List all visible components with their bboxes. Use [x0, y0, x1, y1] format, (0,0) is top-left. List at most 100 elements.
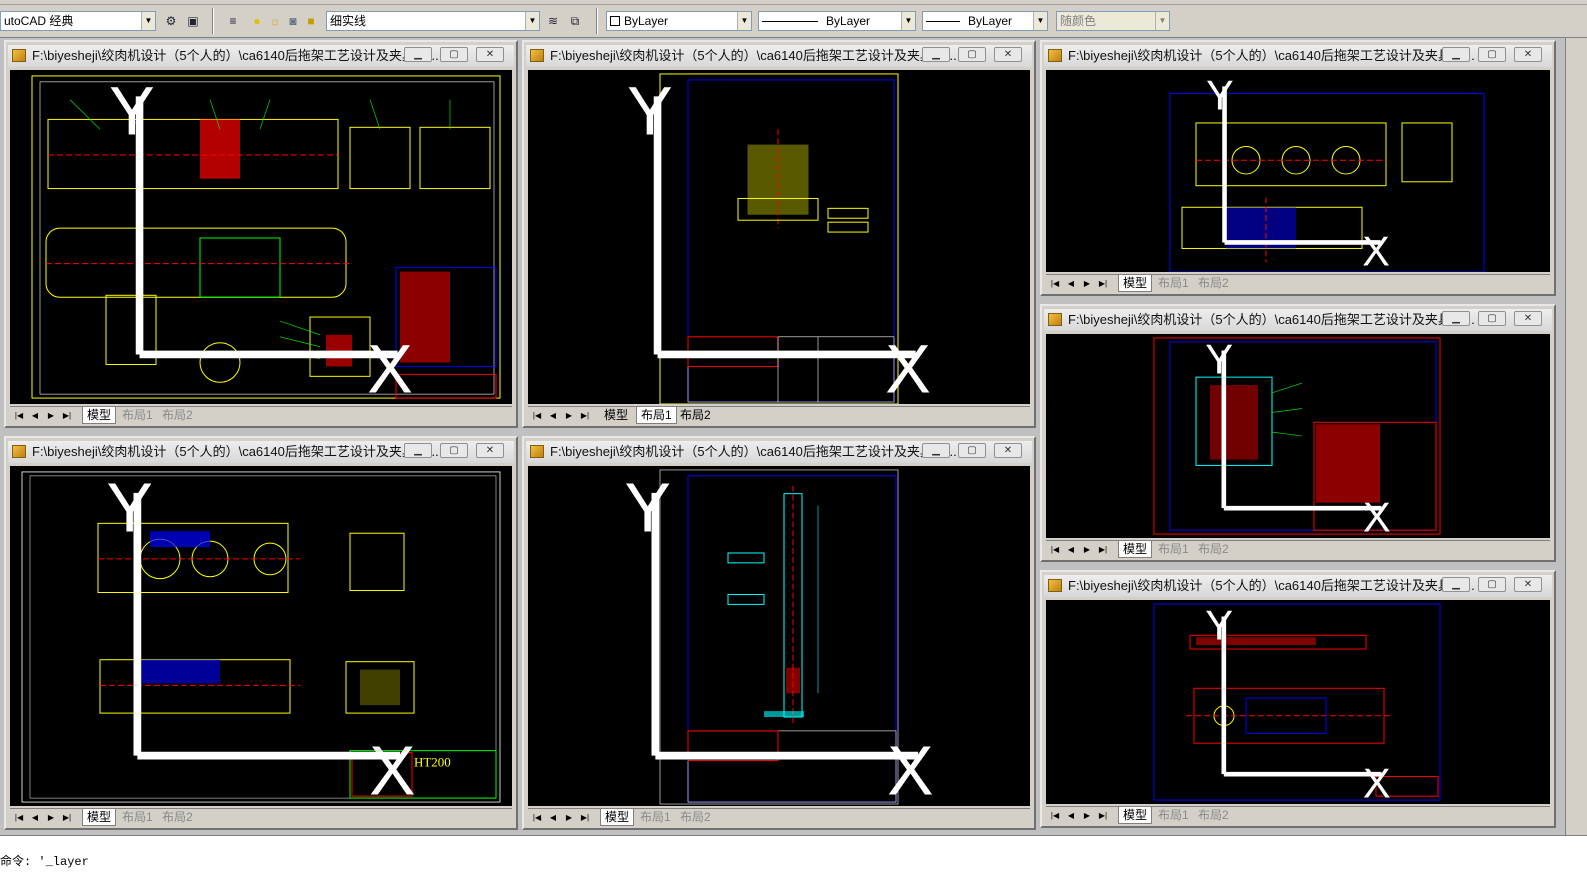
close-button[interactable]: ✕ — [1514, 577, 1542, 592]
next-tab-icon[interactable]: ▶ — [1080, 277, 1094, 290]
drawing-canvas[interactable]: Y X — [528, 466, 1030, 806]
chevron-down-icon[interactable]: ▼ — [525, 12, 539, 30]
layer-on-bulb-icon[interactable]: ● — [248, 12, 266, 30]
drawing-canvas[interactable]: HT200 Y X — [10, 466, 512, 806]
minimize-button[interactable]: ▁ — [404, 47, 432, 62]
tab-model[interactable]: 模型 — [82, 407, 117, 424]
tab-layout2[interactable]: 布局2 — [676, 407, 715, 424]
next-tab-icon[interactable]: ▶ — [44, 409, 58, 422]
tab-layout1[interactable]: 布局1 — [1154, 541, 1193, 558]
maximize-button[interactable]: ▢ — [1478, 311, 1506, 326]
tab-layout2[interactable]: 布局2 — [676, 809, 715, 826]
last-tab-icon[interactable]: ▶| — [1096, 277, 1110, 290]
tab-model[interactable]: 模型 — [1118, 807, 1153, 824]
close-button[interactable]: ✕ — [994, 443, 1022, 458]
chevron-down-icon[interactable]: ▼ — [901, 12, 915, 30]
drawing-canvas[interactable]: Y X — [1046, 334, 1550, 538]
drawing-window-4[interactable]: F:\biyesheji\绞肉机设计（5个人的）\ca6140后拖架工艺设计及夹… — [522, 436, 1036, 830]
close-button[interactable]: ✕ — [1514, 311, 1542, 326]
tab-layout2[interactable]: 布局2 — [1194, 807, 1233, 824]
plotstyle-combo[interactable]: 随颜色 ▼ — [1056, 11, 1170, 31]
drawing-canvas[interactable]: Y X — [528, 70, 1030, 404]
close-button[interactable]: ✕ — [994, 47, 1022, 62]
drawing-canvas[interactable]: Y X — [10, 70, 512, 404]
chevron-down-icon[interactable]: ▼ — [141, 12, 155, 30]
tab-layout2[interactable]: 布局2 — [158, 407, 197, 424]
next-tab-icon[interactable]: ▶ — [44, 811, 58, 824]
linetype-combo[interactable]: ByLayer ▼ — [758, 11, 916, 31]
tab-model[interactable]: 模型 — [1118, 541, 1153, 558]
drawing-window-2[interactable]: F:\biyesheji\绞肉机设计（5个人的）\ca6140后拖架工艺设计及夹… — [522, 40, 1036, 428]
drawing-window-3[interactable]: F:\biyesheji\绞肉机设计（5个人的）\ca6140后拖架工艺设计及夹… — [4, 436, 518, 830]
maximize-button[interactable]: ▢ — [958, 47, 986, 62]
tab-layout2[interactable]: 布局2 — [158, 809, 197, 826]
layer-manager-icon[interactable]: ≡ — [224, 12, 242, 30]
tab-model[interactable]: 模型 — [600, 407, 632, 424]
prev-tab-icon[interactable]: ◀ — [546, 811, 560, 824]
prev-tab-icon[interactable]: ◀ — [546, 409, 560, 422]
first-tab-icon[interactable]: |◀ — [530, 811, 544, 824]
chevron-down-icon[interactable]: ▼ — [1155, 12, 1169, 30]
tab-layout1[interactable]: 布局1 — [636, 809, 675, 826]
drawing-canvas[interactable]: Y X — [1046, 600, 1550, 804]
workspace-combo[interactable]: utoCAD 经典 ▼ — [0, 11, 156, 31]
prev-tab-icon[interactable]: ◀ — [1064, 543, 1078, 556]
first-tab-icon[interactable]: |◀ — [1048, 277, 1062, 290]
next-tab-icon[interactable]: ▶ — [562, 811, 576, 824]
tab-layout2[interactable]: 布局2 — [1194, 541, 1233, 558]
workspace-settings-icon[interactable]: ⚙ — [162, 12, 180, 30]
last-tab-icon[interactable]: ▶| — [578, 409, 592, 422]
last-tab-icon[interactable]: ▶| — [60, 409, 74, 422]
prev-tab-icon[interactable]: ◀ — [1064, 809, 1078, 822]
drawing-window-7[interactable]: F:\biyesheji\绞肉机设计（5个人的）\ca6140后拖架工艺设计及夹… — [1040, 570, 1556, 828]
minimize-button[interactable]: ▁ — [404, 443, 432, 458]
next-tab-icon[interactable]: ▶ — [1080, 543, 1094, 556]
last-tab-icon[interactable]: ▶| — [578, 811, 592, 824]
drawing-window-5[interactable]: F:\biyesheji\绞肉机设计（5个人的）\ca6140后拖架工艺设计及夹… — [1040, 40, 1556, 296]
prev-tab-icon[interactable]: ◀ — [1064, 277, 1078, 290]
drawing-window-6[interactable]: F:\biyesheji\绞肉机设计（5个人的）\ca6140后拖架工艺设计及夹… — [1040, 304, 1556, 562]
tab-layout1[interactable]: 布局1 — [1154, 807, 1193, 824]
minimize-button[interactable]: ▁ — [1442, 577, 1470, 592]
tab-layout1[interactable]: 布局1 — [118, 407, 157, 424]
tab-layout1[interactable]: 布局1 — [1154, 275, 1193, 292]
layer-plot-icon[interactable]: ■ — [302, 12, 320, 30]
make-current-layer-icon[interactable]: ≋ — [544, 12, 562, 30]
minimize-button[interactable]: ▁ — [1442, 47, 1470, 62]
last-tab-icon[interactable]: ▶| — [1096, 543, 1110, 556]
command-window[interactable]: 命令: '_layer — [0, 835, 1587, 879]
next-tab-icon[interactable]: ▶ — [1080, 809, 1094, 822]
first-tab-icon[interactable]: |◀ — [530, 409, 544, 422]
drawing-window-1[interactable]: F:\biyesheji\绞肉机设计（5个人的）\ca6140后拖架工艺设计及夹… — [4, 40, 518, 428]
prev-tab-icon[interactable]: ◀ — [28, 409, 42, 422]
maximize-button[interactable]: ▢ — [958, 443, 986, 458]
tab-layout1[interactable]: 布局1 — [118, 809, 157, 826]
minimize-button[interactable]: ▁ — [1442, 311, 1470, 326]
maximize-button[interactable]: ▢ — [440, 443, 468, 458]
layer-previous-icon[interactable]: ⧉ — [566, 12, 584, 30]
next-tab-icon[interactable]: ▶ — [562, 409, 576, 422]
first-tab-icon[interactable]: |◀ — [12, 409, 26, 422]
tab-model[interactable]: 模型 — [82, 809, 117, 826]
tab-model[interactable]: 模型 — [600, 809, 635, 826]
first-tab-icon[interactable]: |◀ — [12, 811, 26, 824]
minimize-button[interactable]: ▁ — [922, 47, 950, 62]
close-button[interactable]: ✕ — [476, 443, 504, 458]
close-button[interactable]: ✕ — [1514, 47, 1542, 62]
lineweight-combo[interactable]: ByLayer ▼ — [922, 11, 1048, 31]
drawing-canvas[interactable]: Y X — [1046, 70, 1550, 272]
customize-icon[interactable]: ▣ — [184, 12, 202, 30]
layer-lock-icon[interactable]: ◙ — [284, 12, 302, 30]
first-tab-icon[interactable]: |◀ — [1048, 543, 1062, 556]
tab-layout1[interactable]: 布局1 — [636, 407, 677, 424]
minimize-button[interactable]: ▁ — [922, 443, 950, 458]
tab-model[interactable]: 模型 — [1118, 275, 1153, 292]
layer-freeze-sun-icon[interactable]: ☼ — [266, 12, 284, 30]
color-combo[interactable]: ByLayer ▼ — [606, 11, 752, 31]
close-button[interactable]: ✕ — [476, 47, 504, 62]
maximize-button[interactable]: ▢ — [1478, 47, 1506, 62]
last-tab-icon[interactable]: ▶| — [1096, 809, 1110, 822]
maximize-button[interactable]: ▢ — [1478, 577, 1506, 592]
chevron-down-icon[interactable]: ▼ — [737, 12, 751, 30]
maximize-button[interactable]: ▢ — [440, 47, 468, 62]
